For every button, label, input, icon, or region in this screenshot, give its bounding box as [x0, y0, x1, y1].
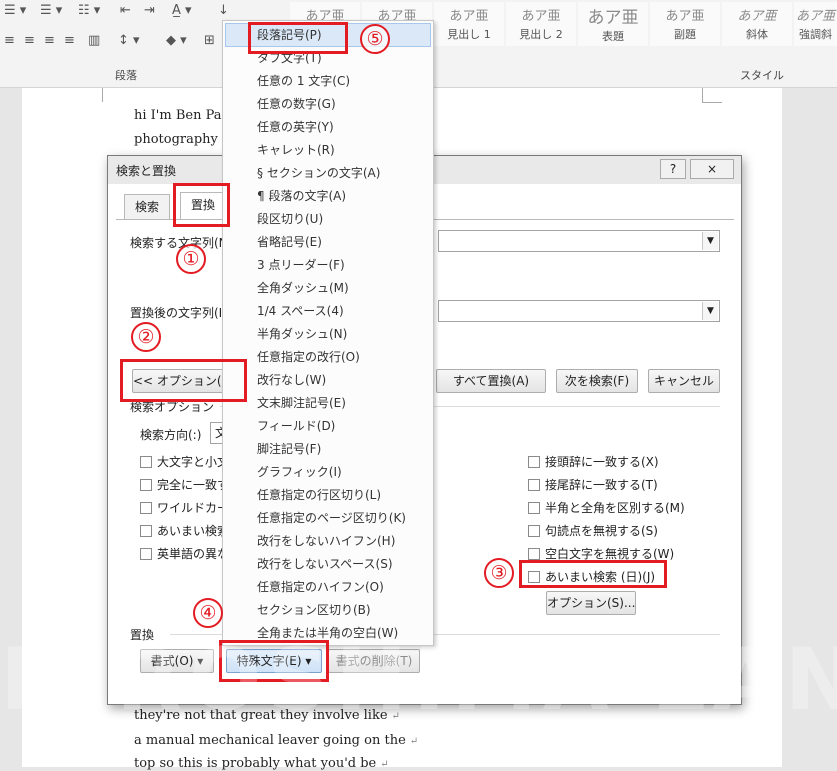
chevron-down-icon[interactable]: ▼	[702, 232, 718, 250]
fuzzy-options-button[interactable]: オプション(S)...	[546, 591, 636, 615]
match-case-checkbox[interactable]: 大文字と小文	[140, 454, 229, 470]
style-gallery-item[interactable]: あア亜 副題	[650, 2, 720, 46]
line-spacing-icon[interactable]: ↕ ▾	[118, 32, 140, 50]
menu-item[interactable]: 任意指定のページ区切り(K)	[257, 508, 406, 528]
paragraph-group-label: 段落	[115, 69, 137, 82]
annotation-number: ④	[193, 598, 223, 628]
menu-item[interactable]: 任意指定の改行(O)	[257, 347, 360, 367]
annotation-box	[519, 560, 667, 588]
sort-icon[interactable]: ↓	[218, 2, 229, 20]
numbering-icon[interactable]: ☰ ▾	[40, 2, 62, 20]
margin-mark	[702, 102, 722, 103]
decrease-indent-icon[interactable]: ⇤	[120, 2, 131, 20]
align-right-icon[interactable]: ≡	[44, 32, 55, 50]
annotation-box	[173, 183, 230, 227]
find-next-button[interactable]: 次を検索(F)	[556, 369, 638, 393]
menu-item[interactable]: 任意の英字(Y)	[257, 117, 334, 137]
annotation-number: ⑤	[360, 24, 390, 54]
style-gallery-item[interactable]: あア亜 見出し 2	[506, 2, 576, 46]
word-forms-checkbox[interactable]: 英単語の異な	[140, 546, 229, 562]
cancel-button[interactable]: キャンセル	[648, 369, 720, 393]
doc-text-line: a manual mechanical leaver going on the ↵	[134, 733, 419, 748]
annotation-box	[248, 22, 348, 54]
dialog-title: 検索と置換	[116, 164, 177, 178]
fuzzy-search-checkbox[interactable]: あいまい検索	[140, 523, 229, 539]
menu-item[interactable]: 任意の数字(G)	[257, 94, 336, 114]
style-group-label: スタイル	[740, 69, 784, 82]
annotation-number: ②	[131, 322, 161, 352]
annotation-box	[219, 640, 329, 682]
chevron-down-icon[interactable]: ▼	[702, 302, 718, 320]
asian-layout-icon[interactable]: A̲ ▾	[172, 2, 192, 20]
menu-item[interactable]: グラフィック(I)	[257, 462, 342, 482]
replace-label: 置換後の文字列(I	[130, 306, 223, 320]
menu-item[interactable]: 半角ダッシュ(N)	[257, 324, 347, 344]
doc-text-line: hi I'm Ben Pas	[134, 108, 229, 123]
close-icon[interactable]: ×	[690, 159, 734, 179]
menu-item[interactable]: 文末脚注記号(E)	[257, 393, 346, 413]
increase-indent-icon[interactable]: ⇥	[144, 2, 155, 20]
special-characters-menu: 段落記号(P) タブ文字(T) 任意の 1 文字(C) 任意の数字(G) 任意の英字(Y…	[222, 20, 434, 646]
style-gallery-item[interactable]: あア亜 見出し 1	[434, 2, 504, 46]
doc-text-line: they're not that great they involve like…	[134, 708, 400, 723]
menu-item[interactable]: 段区切り(U)	[257, 209, 323, 229]
no-formatting-button[interactable]: 書式の削除(T)	[328, 649, 420, 673]
annotation-number: ③	[484, 558, 514, 588]
match-prefix-checkbox[interactable]: 接頭辞に一致する(X)	[528, 454, 659, 470]
menu-item[interactable]: 全角ダッシュ(M)	[257, 278, 349, 298]
style-gallery-item[interactable]: あア亜 表題	[578, 2, 648, 46]
help-button[interactable]: ?	[660, 159, 686, 179]
tab-search[interactable]: 検索	[124, 194, 171, 220]
find-input[interactable]: ▼	[438, 230, 720, 252]
menu-item[interactable]: 改行をしないハイフン(H)	[257, 531, 395, 551]
align-center-icon[interactable]: ≡	[24, 32, 35, 50]
menu-item[interactable]: 省略記号(E)	[257, 232, 322, 252]
annotation-number: ①	[176, 244, 206, 274]
distributed-icon[interactable]: ▥	[88, 32, 100, 50]
menu-item[interactable]: キャレット(R)	[257, 140, 335, 160]
menu-item[interactable]: § セクションの文字(A)	[257, 163, 380, 183]
menu-item[interactable]: 改行なし(W)	[257, 370, 326, 390]
menu-item[interactable]: フィールド(D)	[257, 416, 335, 436]
format-button[interactable]: 書式(O) ▾	[140, 649, 214, 673]
replace-all-button[interactable]: すべて置換(A)	[436, 369, 546, 393]
direction-label: 検索方向(:)	[140, 428, 202, 442]
menu-item[interactable]: 1/4 スペース(4)	[257, 301, 344, 321]
annotation-box	[120, 359, 247, 402]
shading-icon[interactable]: ◆ ▾	[166, 32, 187, 50]
menu-item[interactable]: 任意指定の行区切り(L)	[257, 485, 381, 505]
align-left-icon[interactable]: ≡	[4, 32, 15, 50]
margin-mark	[102, 88, 103, 102]
menu-item[interactable]: 改行をしないスペース(S)	[257, 554, 393, 574]
menu-item[interactable]: 任意指定のハイフン(O)	[257, 577, 384, 597]
menu-item[interactable]: 任意の 1 文字(C)	[257, 71, 350, 91]
menu-item[interactable]: 脚注記号(F)	[257, 439, 321, 459]
menu-item[interactable]: セクション区切り(B)	[257, 600, 371, 620]
bullets-icon[interactable]: ☰ ▾	[4, 2, 26, 20]
replace-section-label: 置換	[130, 628, 155, 642]
menu-item[interactable]: ¶ 段落の文字(A)	[257, 186, 346, 206]
justify-icon[interactable]: ≡	[64, 32, 75, 50]
margin-mark	[702, 88, 703, 102]
replace-input[interactable]: ▼	[438, 300, 720, 322]
style-gallery-item[interactable]: あア亜 強調斜	[794, 2, 837, 46]
borders-icon[interactable]: ⊞	[204, 32, 215, 50]
whole-word-checkbox[interactable]: 完全に一致す	[140, 477, 229, 493]
match-suffix-checkbox[interactable]: 接尾辞に一致する(T)	[528, 477, 658, 493]
multilevel-list-icon[interactable]: ☷ ▾	[78, 2, 100, 20]
doc-text-line: top so this is probably what you'd be ↵	[134, 756, 389, 771]
menu-item[interactable]: 3 点リーダー(F)	[257, 255, 345, 275]
match-width-checkbox[interactable]: 半角と全角を区別する(M)	[528, 500, 685, 516]
ignore-punctuation-checkbox[interactable]: 句読点を無視する(S)	[528, 523, 658, 539]
style-gallery-item[interactable]: あア亜 斜体	[722, 2, 792, 46]
